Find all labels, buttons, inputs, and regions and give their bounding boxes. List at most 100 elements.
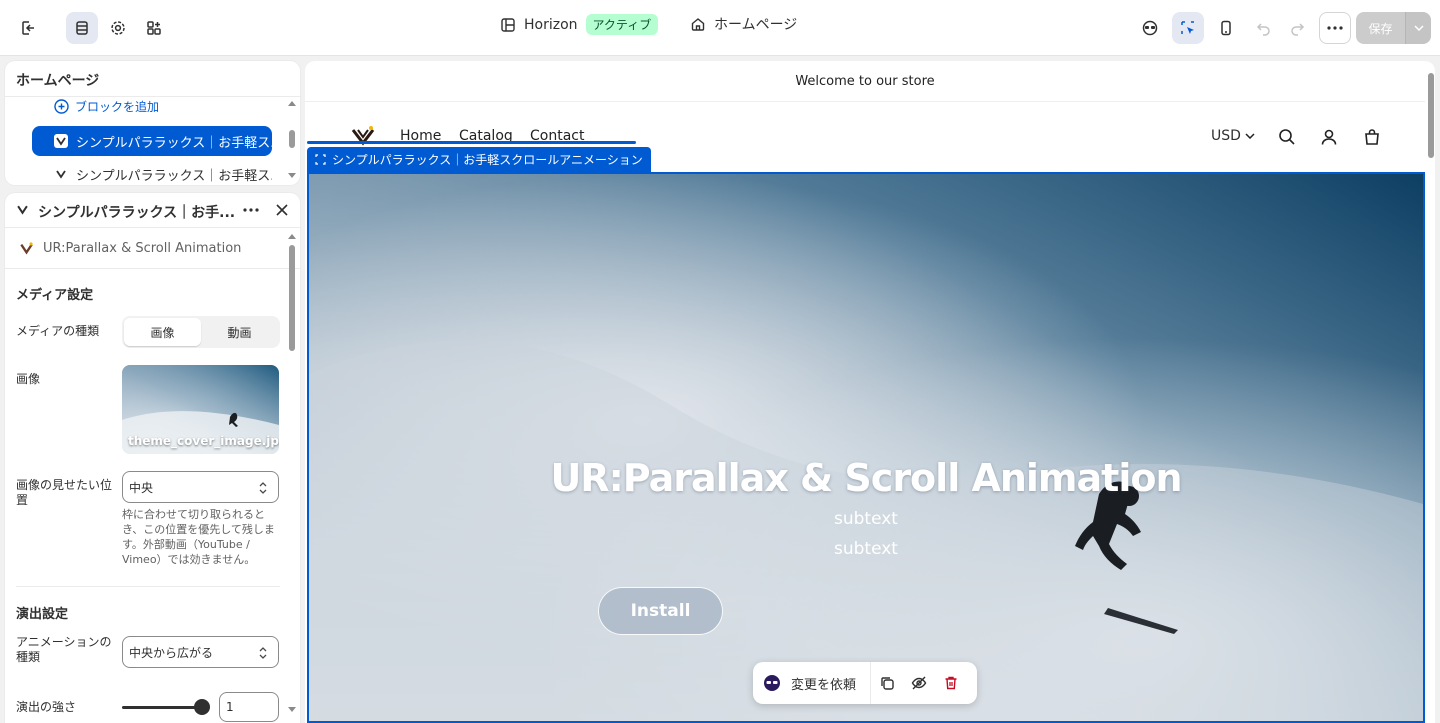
strength-slider-handle[interactable] (194, 699, 210, 715)
add-block-label: ブロックを追加 (75, 100, 160, 114)
app-block-icon (54, 134, 68, 148)
undo-button[interactable] (1248, 12, 1280, 44)
hero-background-image (309, 174, 1423, 721)
selected-section-name: シンプルパララックス｜お手軽スクロールアニメーション (332, 153, 643, 167)
preview-scrollbar[interactable] (1428, 73, 1434, 158)
inspector-button[interactable] (1134, 12, 1166, 44)
hide-icon (911, 676, 927, 690)
redo-icon (1291, 23, 1305, 36)
app-source: UR:Parallax & Scroll Animation (20, 241, 241, 256)
more-icon (243, 208, 259, 212)
tree-item[interactable]: シンプルパララックス｜お手軽ス... (32, 126, 272, 156)
sections-button[interactable] (66, 12, 98, 44)
media-type-video-option[interactable]: 動画 (201, 318, 278, 346)
mobile-preview-button[interactable] (1210, 12, 1242, 44)
settings-title: シンプルパララックス｜お手... (38, 205, 236, 221)
mobile-icon (1221, 20, 1231, 36)
media-type-image-option[interactable]: 画像 (124, 318, 201, 346)
hide-button[interactable] (903, 667, 935, 699)
install-button[interactable]: Install (598, 587, 723, 635)
delete-button[interactable] (935, 667, 967, 699)
select-icon (1181, 21, 1194, 34)
more-actions-button[interactable] (1319, 12, 1351, 44)
image-filename: theme_cover_image.jpg (128, 434, 279, 448)
apps-button[interactable] (138, 12, 170, 44)
tree-title: ホームページ (16, 73, 100, 89)
close-icon (276, 204, 288, 216)
exit-button[interactable] (12, 12, 44, 44)
hero-title: UR:Parallax & Scroll Animation (550, 456, 1182, 500)
app-name: UR:Parallax & Scroll Animation (43, 241, 242, 256)
page-name: ホームページ (714, 17, 798, 33)
section-tree-panel: ホームページ ブロックを追加 シンプルパララックス｜お手軽ス... シンプルパラ… (5, 61, 300, 185)
media-section-title: メディア設定 (16, 288, 94, 303)
page-selector[interactable]: ホームページ (690, 14, 797, 34)
focal-point-select[interactable]: 中央 (122, 471, 279, 503)
undo-icon (1256, 23, 1270, 36)
animation-type-value: 中央から広がる (129, 645, 214, 660)
select-button[interactable] (1172, 12, 1204, 44)
section-outline-icon (315, 154, 326, 165)
focal-point-help: 枠に合わせて切り取られるとき、この位置を優先して残します。外部動画（YouTub… (122, 508, 275, 566)
duplicate-icon (881, 677, 894, 690)
account-icon[interactable] (1320, 128, 1338, 146)
tree-item-label: シンプルパララックス｜お手軽ス... (76, 168, 272, 184)
scroll-down-icon[interactable] (288, 173, 296, 178)
trash-icon (945, 676, 957, 690)
top-bar: Horizon アクティブ ホームページ 保存 (0, 0, 1440, 56)
request-change-button[interactable]: 変更を依頼 (753, 662, 871, 704)
settings-more-button[interactable] (243, 200, 265, 220)
hero-subtext: subtext (834, 509, 898, 529)
block-settings-panel: シンプルパララックス｜お手... UR:Parallax & Scroll An… (5, 193, 300, 723)
save-options-button[interactable] (1405, 12, 1431, 44)
scroll-down-icon[interactable] (288, 707, 296, 712)
tree-scrollbar[interactable] (289, 130, 295, 148)
settings-header: シンプルパララックス｜お手... (5, 193, 300, 227)
more-icon (1327, 26, 1343, 30)
strength-label: 演出の強さ (16, 700, 77, 714)
effect-section-title: 演出設定 (16, 607, 69, 622)
exit-icon (22, 21, 34, 35)
save-group: 保存 (1356, 12, 1431, 44)
duplicate-button[interactable] (871, 667, 903, 699)
media-type-label: メディアの種類 (16, 324, 100, 338)
request-change-label: 変更を依頼 (791, 677, 857, 693)
selected-section-label[interactable]: シンプルパララックス｜お手軽スクロールアニメーション (307, 147, 651, 172)
chevron-down-icon (1245, 133, 1255, 139)
inspector-icon (1142, 20, 1158, 36)
floating-toolbar: 変更を依頼 (753, 662, 977, 704)
theme-name: Horizon (524, 16, 578, 33)
app-logo-icon (20, 242, 33, 255)
image-label: 画像 (16, 372, 41, 386)
app-block-icon (54, 167, 68, 181)
close-button[interactable] (272, 200, 292, 220)
apps-icon (147, 21, 161, 35)
media-type-toggle: 画像 動画 (122, 316, 280, 348)
animation-type-select[interactable]: 中央から広がる (122, 636, 279, 668)
sidekick-icon (764, 675, 780, 691)
scroll-up-icon[interactable] (288, 101, 296, 106)
settings-scrollbar[interactable] (289, 245, 295, 351)
app-block-icon (17, 205, 28, 215)
save-button[interactable]: 保存 (1356, 12, 1405, 44)
cart-icon[interactable] (1363, 128, 1381, 146)
select-arrows-icon (259, 482, 267, 494)
hero-section[interactable]: UR:Parallax & Scroll Animation subtext s… (307, 172, 1425, 723)
search-icon[interactable] (1278, 128, 1296, 146)
gear-icon (111, 21, 125, 35)
announcement-bar: Welcome to our store (305, 61, 1425, 102)
image-picker[interactable]: theme_cover_image.jpg (122, 365, 279, 454)
status-badge: アクティブ (585, 14, 659, 35)
theme-selector[interactable]: Horizon アクティブ (500, 14, 659, 35)
tree-item-label: シンプルパララックス｜お手軽ス... (76, 135, 272, 151)
tree-item[interactable]: シンプルパララックス｜お手軽ス... (32, 159, 272, 185)
home-icon (691, 18, 705, 31)
currency-selector[interactable]: USD (1211, 128, 1255, 144)
strength-input[interactable]: 1 (219, 692, 279, 722)
focal-point-value: 中央 (129, 480, 154, 495)
theme-settings-button[interactable] (102, 12, 134, 44)
add-block-button[interactable]: ブロックを追加 (54, 98, 159, 115)
store-preview: Welcome to our store Home Catalog Contac… (305, 61, 1435, 723)
redo-button[interactable] (1281, 12, 1313, 44)
scroll-up-icon[interactable] (288, 234, 296, 239)
